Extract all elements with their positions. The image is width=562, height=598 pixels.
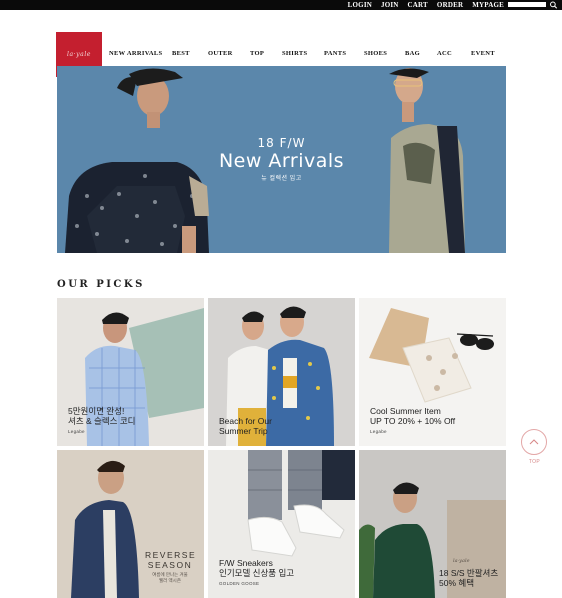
utility-bar: LOGIN JOIN CART ORDER MYPAGE xyxy=(0,0,562,10)
mypage-link[interactable]: MYPAGE xyxy=(472,0,504,10)
pick-card-3[interactable]: Cool Summer Item UP TO 20% + 10% Off Leg… xyxy=(359,298,506,446)
main-nav: NEW ARRIVALS BEST OUTER TOP SHIRTS PANTS… xyxy=(0,50,562,60)
pick-card-4[interactable]: REVERSE SEASON 여름에 만나는 겨울 웰러 액시즌 xyxy=(57,450,204,598)
nav-new-arrivals[interactable]: NEW ARRIVALS xyxy=(109,50,162,57)
chevron-up-icon xyxy=(529,439,539,445)
hero-subtitle: 뉴 컬렉션 입고 xyxy=(261,176,302,182)
pick-card-2-line2: Summer Trip xyxy=(219,426,268,436)
pick-card-3-line1: Cool Summer Item xyxy=(370,406,441,416)
utility-links: LOGIN JOIN CART ORDER MYPAGE xyxy=(348,0,504,10)
nav-top[interactable]: TOP xyxy=(250,50,264,57)
pick-card-1-brand: Legabe xyxy=(68,429,85,434)
pick-card-6-line1: 18 S/S 반팔셔츠 xyxy=(439,568,499,578)
scroll-top-button[interactable] xyxy=(521,429,547,455)
nav-shirts[interactable]: SHIRTS xyxy=(282,50,307,57)
pick-card-6-brand: la·yale xyxy=(453,558,470,564)
pick-card-4-line2: SEASON xyxy=(147,560,193,570)
hero-banner[interactable]: 18 F/W New Arrivals 뉴 컬렉션 입고 xyxy=(57,66,506,253)
pick-card-6[interactable]: la·yale 18 S/S 반팔셔츠 50% 혜택 xyxy=(359,450,506,598)
pick-card-4-line1: REVERSE xyxy=(145,550,197,560)
nav-pants[interactable]: PANTS xyxy=(324,50,346,57)
nav-event[interactable]: EVENT xyxy=(471,50,495,57)
search-icon[interactable] xyxy=(549,0,558,10)
pick-card-5-caption: F/W Sneakers 인기모델 신상품 입고 xyxy=(219,558,294,578)
order-link[interactable]: ORDER xyxy=(437,0,463,10)
section-title-our-picks: OUR PICKS xyxy=(57,279,145,290)
pick-card-5[interactable]: F/W Sneakers 인기모델 신상품 입고 GOLDEN GOOSE xyxy=(208,450,355,598)
pick-card-6-caption: 18 S/S 반팔셔츠 50% 혜택 xyxy=(439,568,498,588)
nav-best[interactable]: BEST xyxy=(172,50,190,57)
pick-card-5-line2: 인기모델 신상품 입고 xyxy=(219,568,295,578)
login-link[interactable]: LOGIN xyxy=(348,0,372,10)
pick-card-2[interactable]: Beach for Our Summer Trip xyxy=(208,298,355,446)
pick-card-1[interactable]: 5만원이면 완성! 셔츠 & 슬렉스 코디 Legabe xyxy=(57,298,204,446)
pick-card-3-caption: Cool Summer Item UP TO 20% + 10% Off xyxy=(370,406,455,426)
join-link[interactable]: JOIN xyxy=(381,0,399,10)
nav-outer[interactable]: OUTER xyxy=(208,50,233,57)
pick-card-6-line2: 50% 혜택 xyxy=(439,578,475,588)
pick-card-3-brand: Legabe xyxy=(370,429,387,434)
pick-card-4-caption: REVERSE SEASON 여름에 만나는 겨울 웰러 액시즌 xyxy=(145,550,195,584)
hero-headline: New Arrivals xyxy=(218,150,345,172)
hero-text: 18 F/W New Arrivals 뉴 컬렉션 입고 xyxy=(57,136,506,182)
pick-card-5-line1: F/W Sneakers xyxy=(219,558,273,568)
pick-card-3-line2: UP TO 20% + 10% Off xyxy=(370,416,456,426)
hero-season: 18 F/W xyxy=(257,136,306,150)
pick-card-2-caption: Beach for Our Summer Trip xyxy=(219,416,272,436)
scroll-top-label: TOP xyxy=(528,459,540,465)
nav-acc[interactable]: ACC xyxy=(437,50,452,57)
pick-card-4-line4: 웰러 액시즌 xyxy=(159,578,181,583)
pick-card-5-brand: GOLDEN GOOSE xyxy=(219,581,260,586)
pick-card-1-line2: 셔츠 & 슬렉스 코디 xyxy=(68,416,136,426)
cart-link[interactable]: CART xyxy=(408,0,428,10)
pick-card-1-caption: 5만원이면 완성! 셔츠 & 슬렉스 코디 xyxy=(68,406,136,426)
pick-card-2-line1: Beach for Our xyxy=(219,416,272,426)
nav-shoes[interactable]: SHOES xyxy=(364,50,387,57)
nav-bag[interactable]: BAG xyxy=(405,50,420,57)
picks-grid: 5만원이면 완성! 셔츠 & 슬렉스 코디 Legabe Beach for O… xyxy=(57,298,506,598)
search-input[interactable] xyxy=(508,2,546,7)
pick-card-1-line1: 5만원이면 완성! xyxy=(68,406,125,416)
